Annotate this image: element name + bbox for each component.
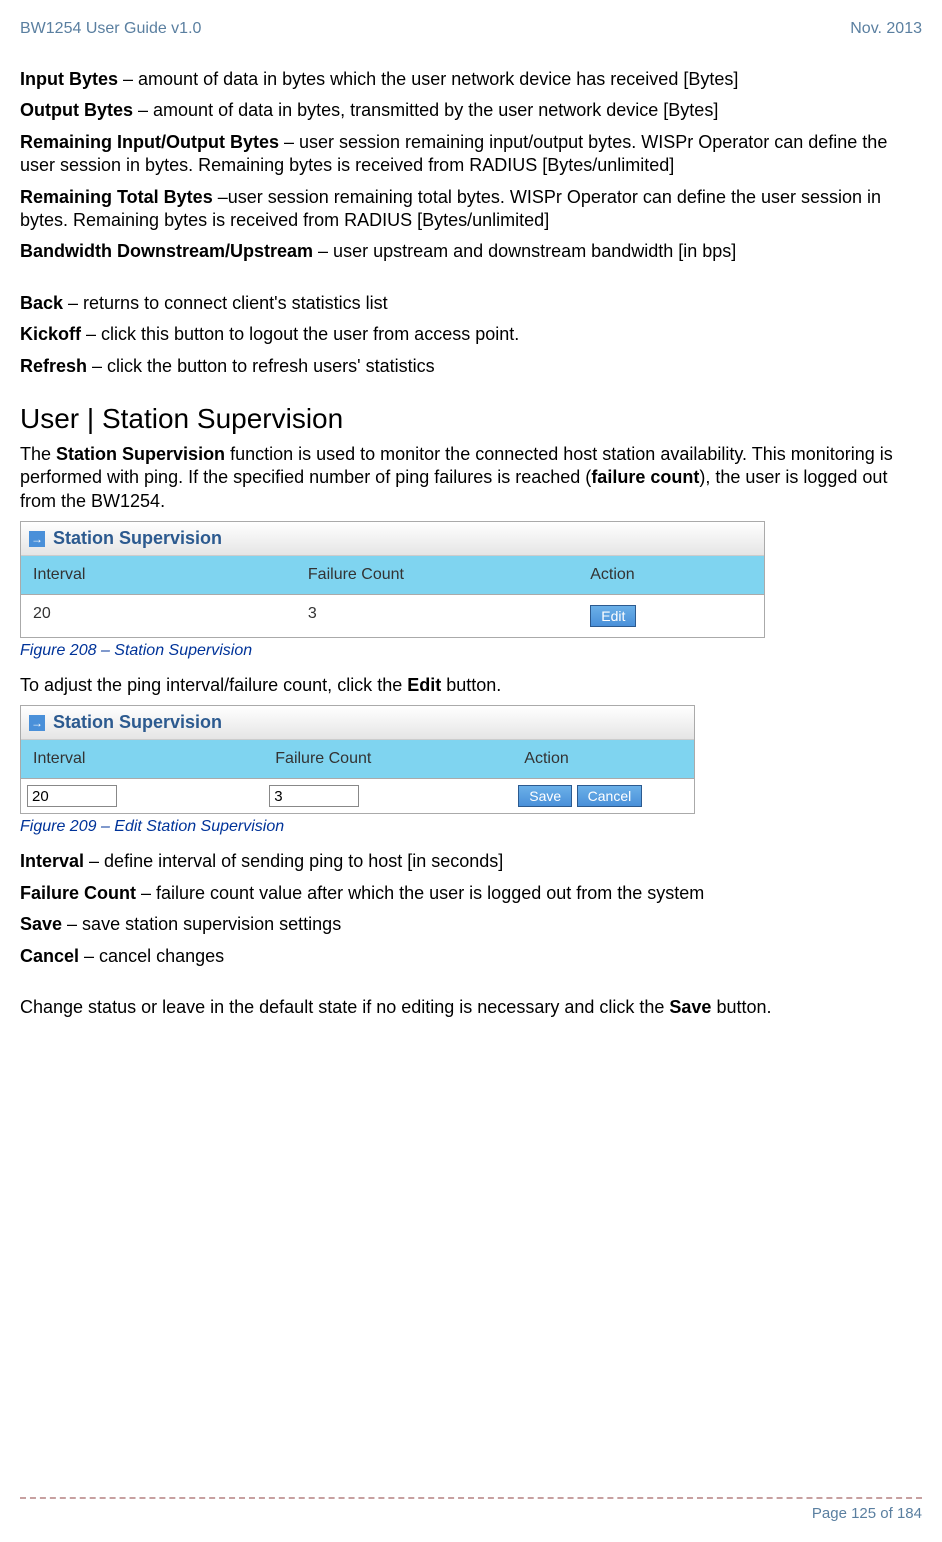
def-term: Input Bytes xyxy=(20,69,118,89)
def-text: – amount of data in bytes which the user… xyxy=(118,69,738,89)
arrow-right-icon: → xyxy=(29,531,45,547)
text-fragment: button. xyxy=(441,675,501,695)
station-supervision-table-edit: → Station Supervision Interval Failure C… xyxy=(20,705,695,814)
col-action: Action xyxy=(512,740,694,779)
def-remaining-total-bytes: Remaining Total Bytes –user session rema… xyxy=(20,186,922,233)
table-header-row: Interval Failure Count Action xyxy=(21,740,694,779)
def-cancel: Cancel – cancel changes xyxy=(20,945,922,968)
section-heading: User | Station Supervision xyxy=(20,403,922,435)
def-term: Failure Count xyxy=(20,883,136,903)
def-input-bytes: Input Bytes – amount of data in bytes wh… xyxy=(20,68,922,91)
table-title: Station Supervision xyxy=(53,528,222,549)
text-fragment-bold: failure count xyxy=(591,467,699,487)
text-fragment-bold: Save xyxy=(669,997,711,1017)
arrow-right-icon: → xyxy=(29,715,45,731)
col-interval: Interval xyxy=(21,740,263,779)
def-back: Back – returns to connect client's stati… xyxy=(20,292,922,315)
def-save: Save – save station supervision settings xyxy=(20,913,922,936)
col-failure-count: Failure Count xyxy=(296,556,578,595)
table-header-bar: → Station Supervision xyxy=(21,522,764,556)
col-interval: Interval xyxy=(21,556,296,595)
def-kickoff: Kickoff – click this button to logout th… xyxy=(20,323,922,346)
def-text: – click this button to logout the user f… xyxy=(81,324,519,344)
text-fragment-bold: Edit xyxy=(407,675,441,695)
cell-action: Edit xyxy=(578,595,764,637)
def-term: Kickoff xyxy=(20,324,81,344)
def-remaining-io-bytes: Remaining Input/Output Bytes – user sess… xyxy=(20,131,922,178)
doc-title: BW1254 User Guide v1.0 xyxy=(20,20,201,38)
def-term: Bandwidth Downstream/Upstream xyxy=(20,241,313,261)
text-fragment: Change status or leave in the default st… xyxy=(20,997,669,1017)
save-button[interactable]: Save xyxy=(518,785,572,807)
figure-caption-208: Figure 208 – Station Supervision xyxy=(20,642,922,660)
page-header: BW1254 User Guide v1.0 Nov. 2013 xyxy=(20,20,922,38)
def-text: – cancel changes xyxy=(79,946,224,966)
table-row: Save Cancel xyxy=(21,779,694,813)
page-number: Page 125 of 184 xyxy=(20,1505,922,1522)
definition-list-1: Input Bytes – amount of data in bytes wh… xyxy=(20,68,922,264)
closing-paragraph: Change status or leave in the default st… xyxy=(20,996,922,1019)
def-text: – amount of data in bytes, transmitted b… xyxy=(133,100,718,120)
adjust-text: To adjust the ping interval/failure coun… xyxy=(20,674,922,697)
col-failure-count: Failure Count xyxy=(263,740,512,779)
interval-input[interactable] xyxy=(27,785,117,807)
text-fragment-bold: Station Supervision xyxy=(56,444,225,464)
doc-date: Nov. 2013 xyxy=(850,20,922,38)
cell-interval xyxy=(21,779,263,813)
page-footer: Page 125 of 184 xyxy=(20,1497,922,1522)
text-fragment: To adjust the ping interval/failure coun… xyxy=(20,675,407,695)
def-refresh: Refresh – click the button to refresh us… xyxy=(20,355,922,378)
def-term: Interval xyxy=(20,851,84,871)
def-text: – define interval of sending ping to hos… xyxy=(84,851,503,871)
def-text: – user upstream and downstream bandwidth… xyxy=(313,241,736,261)
def-bandwidth: Bandwidth Downstream/Upstream – user ups… xyxy=(20,240,922,263)
failure-count-input[interactable] xyxy=(269,785,359,807)
footer-divider xyxy=(20,1497,922,1499)
def-text: – returns to connect client's statistics… xyxy=(63,293,388,313)
table-header-row: Interval Failure Count Action xyxy=(21,556,764,595)
cell-failure-count: 3 xyxy=(296,595,578,637)
def-term: Remaining Total Bytes xyxy=(20,187,213,207)
cell-failure-count xyxy=(263,779,512,813)
intro-paragraph: The Station Supervision function is used… xyxy=(20,443,922,513)
text-fragment: The xyxy=(20,444,56,464)
def-text: – failure count value after which the us… xyxy=(136,883,704,903)
figure-caption-209: Figure 209 – Edit Station Supervision xyxy=(20,818,922,836)
cell-interval: 20 xyxy=(21,595,296,637)
definition-list-2: Back – returns to connect client's stati… xyxy=(20,292,922,378)
def-term: Cancel xyxy=(20,946,79,966)
cancel-button[interactable]: Cancel xyxy=(577,785,643,807)
def-term: Remaining Input/Output Bytes xyxy=(20,132,279,152)
def-text: – click the button to refresh users' sta… xyxy=(87,356,435,376)
table-row: 20 3 Edit xyxy=(21,595,764,637)
definition-list-3: Interval – define interval of sending pi… xyxy=(20,850,922,968)
station-supervision-table-view: → Station Supervision Interval Failure C… xyxy=(20,521,765,638)
text-fragment: button. xyxy=(711,997,771,1017)
def-output-bytes: Output Bytes – amount of data in bytes, … xyxy=(20,99,922,122)
def-interval: Interval – define interval of sending pi… xyxy=(20,850,922,873)
edit-button[interactable]: Edit xyxy=(590,605,636,627)
table-title: Station Supervision xyxy=(53,712,222,733)
table-header-bar: → Station Supervision xyxy=(21,706,694,740)
def-term: Output Bytes xyxy=(20,100,133,120)
cell-action: Save Cancel xyxy=(512,779,694,813)
def-failure-count: Failure Count – failure count value afte… xyxy=(20,882,922,905)
def-term: Refresh xyxy=(20,356,87,376)
col-action: Action xyxy=(578,556,764,595)
def-term: Back xyxy=(20,293,63,313)
def-text: – save station supervision settings xyxy=(62,914,341,934)
def-term: Save xyxy=(20,914,62,934)
